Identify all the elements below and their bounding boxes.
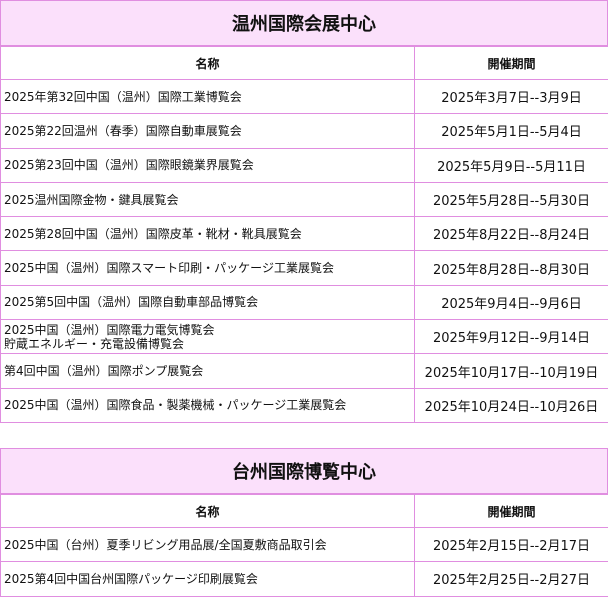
venue-wenzhou: 温州国際会展中心 名称 開催期間 2025年第32回中国（温州）国際工業博覧会 … [0, 0, 608, 423]
exhibition-name: 2025中国（台州）夏季リビング用品展/全国夏敷商品取引会 [0, 526, 415, 563]
table-row: 2025中国（温州）国際電力電気博覧会 貯蔵エネルギー・充電設備博覧会 2025… [0, 319, 608, 355]
name-column-header: 名称 [0, 494, 415, 528]
exhibition-table: 名称 開催期間 2025中国（台州）夏季リビング用品展/全国夏敷商品取引会 20… [0, 494, 608, 597]
exhibition-name: 第4回中国（温州）国際ポンプ展覧会 [0, 353, 415, 389]
table-row: 第4回中国（温州）国際ポンプ展覧会 2025年10月17日--10月19日 [0, 353, 608, 389]
table-row: 2025温州国際金物・鍵具展覧会 2025年5月28日--5月30日 [0, 181, 608, 218]
exhibition-name: 2025温州国際金物・鍵具展覧会 [0, 181, 415, 218]
exhibition-period: 2025年5月9日--5月11日 [414, 147, 608, 183]
table-row: 2025中国（温州）国際スマート印刷・パッケージ工業展覧会 2025年8月28日… [0, 250, 608, 286]
table-header-row: 名称 開催期間 [0, 46, 608, 80]
table-row: 2025第28回中国（温州）国際皮革・靴材・靴具展覧会 2025年8月22日--… [0, 216, 608, 252]
exhibition-name: 2025第23回中国（温州）国際眼鏡業界展覧会 [0, 147, 415, 183]
exhibition-name: 2025第22回温州（春季）国際自動車展覧会 [0, 113, 415, 149]
table-row: 2025第5回中国（温州）国際自動車部品博覧会 2025年9月4日--9月6日 [0, 284, 608, 321]
period-column-header: 開催期間 [414, 46, 608, 80]
exhibition-name: 2025中国（温州）国際食品・製薬機械・パッケージ工業展覧会 [0, 387, 415, 423]
venue-taizhou: 台州国際博覧中心 名称 開催期間 2025中国（台州）夏季リビング用品展/全国夏… [0, 448, 608, 597]
venue-title: 台州国際博覧中心 [0, 448, 608, 494]
table-row: 2025年第32回中国（温州）国際工業博覧会 2025年3月7日--3月9日 [0, 78, 608, 115]
table-row: 2025第22回温州（春季）国際自動車展覧会 2025年5月1日--5月4日 [0, 113, 608, 149]
exhibition-name: 2025年第32回中国（温州）国際工業博覧会 [0, 78, 415, 115]
exhibition-period: 2025年5月1日--5月4日 [414, 113, 608, 149]
exhibition-period: 2025年2月25日--2月27日 [414, 561, 608, 597]
exhibition-period: 2025年9月4日--9月6日 [414, 284, 608, 321]
exhibition-name: 2025第5回中国（温州）国際自動車部品博覧会 [0, 284, 415, 321]
exhibition-period: 2025年5月28日--5月30日 [414, 181, 608, 218]
exhibition-name: 2025中国（温州）国際スマート印刷・パッケージ工業展覧会 [0, 250, 415, 286]
table-row: 2025第23回中国（温州）国際眼鏡業界展覧会 2025年5月9日--5月11日 [0, 147, 608, 183]
name-column-header: 名称 [0, 46, 415, 80]
table-header-row: 名称 開催期間 [0, 494, 608, 528]
table-row: 2025中国（温州）国際食品・製薬機械・パッケージ工業展覧会 2025年10月2… [0, 387, 608, 423]
period-column-header: 開催期間 [414, 494, 608, 528]
exhibition-period: 2025年10月24日--10月26日 [414, 387, 608, 423]
exhibition-name: 2025第28回中国（温州）国際皮革・靴材・靴具展覧会 [0, 216, 415, 252]
exhibition-period: 2025年9月12日--9月14日 [414, 319, 608, 355]
table-row: 2025中国（台州）夏季リビング用品展/全国夏敷商品取引会 2025年2月15日… [0, 526, 608, 563]
table-row: 2025第4回中国台州国際パッケージ印刷展覧会 2025年2月25日--2月27… [0, 561, 608, 597]
exhibition-period: 2025年8月28日--8月30日 [414, 250, 608, 286]
exhibition-period: 2025年2月15日--2月17日 [414, 526, 608, 563]
exhibition-period: 2025年10月17日--10月19日 [414, 353, 608, 389]
venue-title: 温州国際会展中心 [0, 0, 608, 46]
exhibition-table: 名称 開催期間 2025年第32回中国（温州）国際工業博覧会 2025年3月7日… [0, 46, 608, 423]
exhibition-name: 2025第4回中国台州国際パッケージ印刷展覧会 [0, 561, 415, 597]
exhibition-period: 2025年3月7日--3月9日 [414, 78, 608, 115]
exhibition-name: 2025中国（温州）国際電力電気博覧会 貯蔵エネルギー・充電設備博覧会 [0, 319, 415, 355]
exhibition-period: 2025年8月22日--8月24日 [414, 216, 608, 252]
